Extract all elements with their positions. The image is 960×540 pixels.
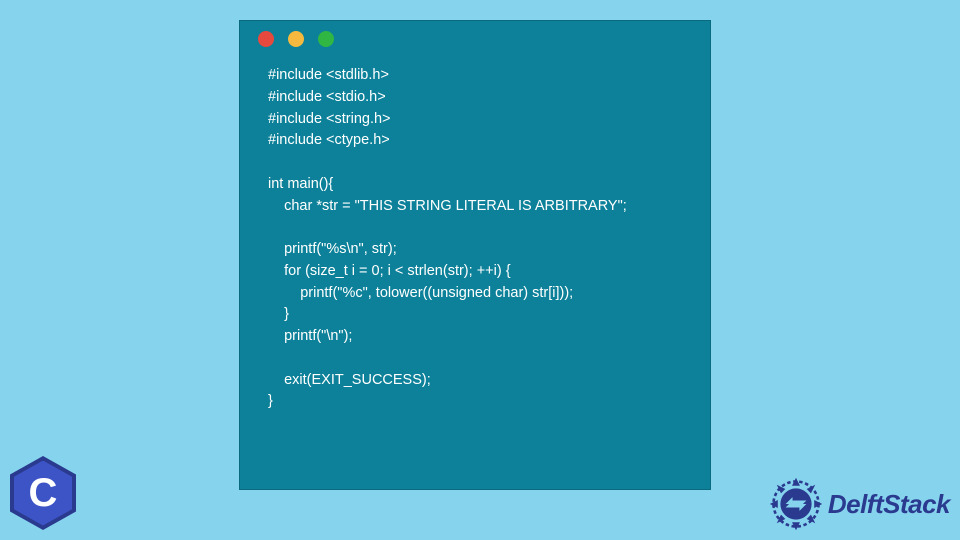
minimize-icon[interactable]: [288, 31, 304, 47]
delftstack-gear-icon: [768, 476, 824, 532]
code-content: #include <stdlib.h> #include <stdio.h> #…: [240, 57, 710, 433]
close-icon[interactable]: [258, 31, 274, 47]
hexagon-icon: C: [10, 456, 76, 530]
delftstack-label: DelftStack: [828, 489, 950, 520]
maximize-icon[interactable]: [318, 31, 334, 47]
c-language-badge: C: [6, 452, 80, 534]
code-window: #include <stdlib.h> #include <stdio.h> #…: [239, 20, 711, 490]
delftstack-logo: DelftStack: [768, 476, 950, 532]
window-titlebar: [240, 21, 710, 57]
c-letter-label: C: [29, 471, 58, 516]
